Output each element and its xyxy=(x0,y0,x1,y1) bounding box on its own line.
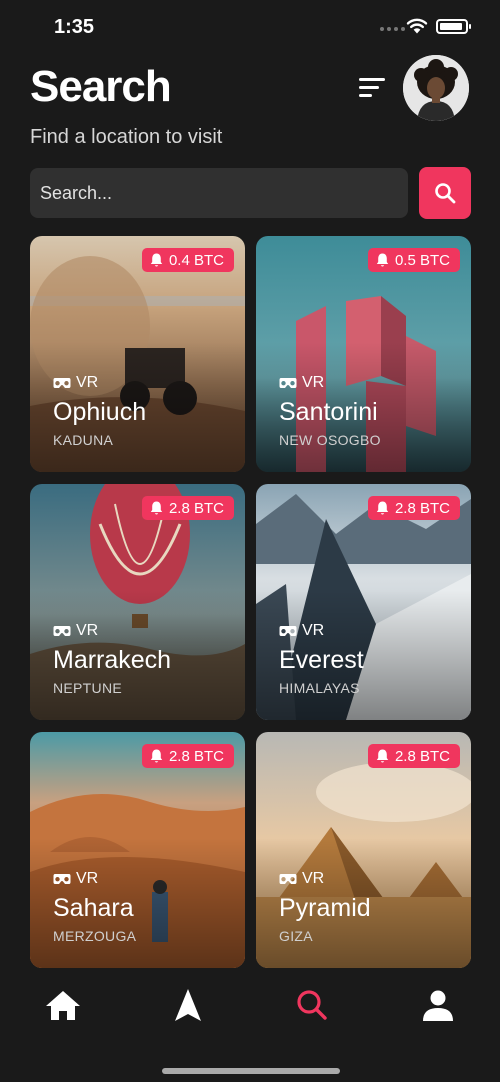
price-label: 0.5 BTC xyxy=(394,251,450,269)
card-title: Ophiuch xyxy=(53,398,147,426)
nav-home[interactable] xyxy=(43,986,83,1026)
search-icon xyxy=(297,990,327,1020)
profile-icon xyxy=(423,990,453,1021)
home-icon xyxy=(46,991,80,1020)
card-title: Santorini xyxy=(279,398,378,426)
card-title: Everest xyxy=(279,646,364,674)
vr-label: VR xyxy=(302,622,325,639)
vr-goggles-icon xyxy=(53,874,71,884)
price-label: 2.8 BTC xyxy=(394,499,450,517)
vr-goggles-icon xyxy=(279,378,297,388)
card-title: Sahara xyxy=(53,894,134,922)
search-icon xyxy=(435,183,456,204)
destination-card-ophiuch[interactable]: 0.4 BTC VR Ophiuch KADUNA xyxy=(30,236,245,472)
nav-profile[interactable] xyxy=(418,986,458,1026)
price-label: 0.4 BTC xyxy=(168,251,224,269)
search-button[interactable] xyxy=(419,167,471,219)
price-badge: 0.4 BTC xyxy=(141,248,234,272)
page-title: Search xyxy=(30,62,172,111)
destination-card-pyramid[interactable]: 2.8 BTC VR Pyramid GIZA xyxy=(256,732,471,968)
price-badge: 2.8 BTC xyxy=(141,496,234,520)
vr-label: VR xyxy=(76,870,99,887)
vr-tag: VR xyxy=(53,374,98,392)
bell-icon xyxy=(150,253,163,267)
vr-goggles-icon xyxy=(279,626,297,636)
status-bar: 1:35 xyxy=(0,0,500,56)
card-location: NEW OSOGBO xyxy=(279,432,381,448)
vr-label: VR xyxy=(302,870,325,887)
avatar[interactable] xyxy=(403,55,469,121)
card-title: Marrakech xyxy=(53,646,172,674)
price-label: 2.8 BTC xyxy=(168,499,224,517)
destination-card-marrakech[interactable]: 2.8 BTC VR Marrakech NEPTUNE xyxy=(30,484,245,720)
price-badge: 2.8 BTC xyxy=(367,496,460,520)
battery-icon xyxy=(436,19,471,34)
price-badge: 2.8 BTC xyxy=(141,744,234,768)
filter-icon[interactable] xyxy=(356,76,388,100)
wifi-icon xyxy=(406,18,428,34)
vr-tag: VR xyxy=(279,374,324,392)
price-badge: 2.8 BTC xyxy=(367,744,460,768)
vr-label: VR xyxy=(76,622,99,639)
vr-goggles-icon xyxy=(279,874,297,884)
vr-tag: VR xyxy=(53,622,98,640)
home-indicator[interactable] xyxy=(162,1068,340,1074)
bell-icon xyxy=(150,501,163,515)
bell-icon xyxy=(376,253,389,267)
card-location: GIZA xyxy=(279,928,313,944)
card-location: NEPTUNE xyxy=(53,680,122,696)
card-location: MERZOUGA xyxy=(53,928,137,944)
destination-card-sahara[interactable]: 2.8 BTC VR Sahara MERZOUGA xyxy=(30,732,245,968)
page-subtitle: Find a location to visit xyxy=(30,126,223,148)
bell-icon xyxy=(376,501,389,515)
vr-tag: VR xyxy=(53,870,98,888)
search-input[interactable] xyxy=(30,168,408,218)
bottom-nav xyxy=(0,970,500,1082)
card-location: KADUNA xyxy=(53,432,114,448)
navigate-icon xyxy=(175,989,201,1021)
signal-dots-icon xyxy=(380,27,405,31)
vr-tag: VR xyxy=(279,622,324,640)
nav-navigate[interactable] xyxy=(168,986,208,1026)
vr-label: VR xyxy=(76,374,99,391)
price-label: 2.8 BTC xyxy=(168,747,224,765)
vr-label: VR xyxy=(302,374,325,391)
bell-icon xyxy=(150,749,163,763)
destination-card-everest[interactable]: 2.8 BTC VR Everest HIMALAYAS xyxy=(256,484,471,720)
destination-card-santorini[interactable]: 0.5 BTC VR Santorini NEW OSOGBO xyxy=(256,236,471,472)
vr-goggles-icon xyxy=(53,626,71,636)
bell-icon xyxy=(376,749,389,763)
price-label: 2.8 BTC xyxy=(394,747,450,765)
avatar-photo xyxy=(403,55,469,121)
vr-tag: VR xyxy=(279,870,324,888)
vr-goggles-icon xyxy=(53,378,71,388)
status-time: 1:35 xyxy=(54,16,95,38)
price-badge: 0.5 BTC xyxy=(367,248,460,272)
card-location: HIMALAYAS xyxy=(279,680,360,696)
card-title: Pyramid xyxy=(279,894,371,922)
nav-search[interactable] xyxy=(292,986,332,1026)
